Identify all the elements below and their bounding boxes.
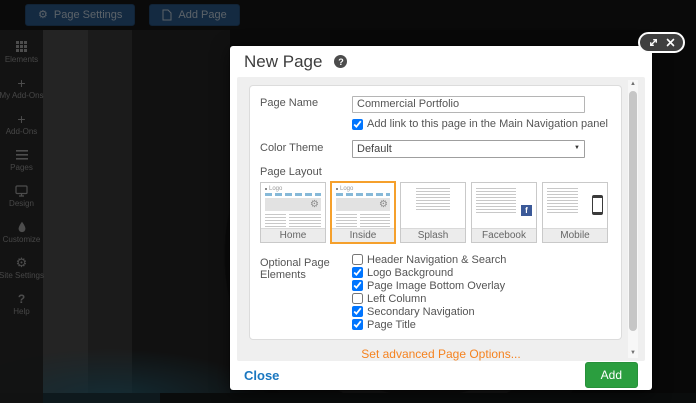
dialog-content: Page Name Add link to this page in the M… xyxy=(237,77,645,361)
dialog-header: New Page ? xyxy=(230,46,652,77)
dialog-footer: Close Add xyxy=(230,361,652,390)
main-nav-link-option: Add link to this page in the Main Naviga… xyxy=(352,118,613,131)
facebook-icon: f xyxy=(521,205,532,216)
dialog-title: New Page xyxy=(244,52,322,72)
layout-thumbnail: Logo ⚙ xyxy=(332,183,394,228)
layout-option-splash[interactable]: Splash xyxy=(400,182,466,243)
optional-element: Left Column xyxy=(352,293,613,305)
new-page-dialog: New Page ? Page Name Add link to this pa… xyxy=(230,46,652,390)
layout-thumbnail: Logo ⚙ xyxy=(261,183,325,228)
layout-option-mobile[interactable]: Mobile xyxy=(542,182,608,243)
layout-option-inside[interactable]: Logo ⚙ Inside xyxy=(330,181,396,244)
gear-icon: ⚙ xyxy=(379,198,388,211)
layout-option-home[interactable]: Logo ⚙ Home xyxy=(260,182,326,243)
scrollbar-thumb[interactable] xyxy=(629,91,637,331)
header-nav-search-checkbox[interactable] xyxy=(352,254,363,265)
optional-element: Logo Background xyxy=(352,267,613,279)
left-column-checkbox[interactable] xyxy=(352,293,363,304)
layout-options: Logo ⚙ Home Logo ⚙ xyxy=(260,182,613,243)
thumb-logo-text: Logo xyxy=(265,186,321,192)
layout-name: Splash xyxy=(401,228,465,242)
layout-name: Mobile xyxy=(543,228,607,242)
page-name-label: Page Name xyxy=(260,94,352,109)
window-controls xyxy=(638,32,685,53)
thumb-nav-bar xyxy=(336,193,390,196)
page-layout-label: Page Layout xyxy=(260,166,613,178)
layout-thumbnail xyxy=(543,183,607,228)
layout-option-facebook[interactable]: f Facebook xyxy=(471,182,537,243)
close-icon[interactable] xyxy=(666,38,675,47)
logo-background-checkbox[interactable] xyxy=(352,267,363,278)
thumb-banner: ⚙ xyxy=(336,198,390,211)
optional-elements-row: Optional Page Elements Header Navigation… xyxy=(260,254,613,331)
optional-element: Page Title xyxy=(352,319,613,331)
smartphone-icon xyxy=(592,195,603,215)
optional-element: Secondary Navigation xyxy=(352,306,613,318)
optional-element: Page Image Bottom Overlay xyxy=(352,280,613,292)
thumb-banner: ⚙ xyxy=(265,198,321,211)
scroll-down-arrow[interactable]: ▼ xyxy=(628,349,638,358)
page-image-overlay-checkbox[interactable] xyxy=(352,280,363,291)
layout-name: Facebook xyxy=(472,228,536,242)
color-theme-select[interactable]: Default xyxy=(352,140,585,158)
thumb-nav-bar xyxy=(265,193,321,196)
expand-icon[interactable] xyxy=(649,38,658,47)
help-icon[interactable]: ? xyxy=(334,55,347,68)
color-theme-row: Color Theme Default ▼ xyxy=(260,139,613,158)
page-name-input[interactable] xyxy=(352,96,585,113)
page-title-checkbox[interactable] xyxy=(352,319,363,330)
optional-elements-label: Optional Page Elements xyxy=(260,254,352,281)
gear-icon: ⚙ xyxy=(310,198,319,211)
advanced-page-options-link[interactable]: Set advanced Page Options... xyxy=(237,347,645,361)
page-name-row: Page Name xyxy=(260,94,613,113)
scroll-up-arrow[interactable]: ▲ xyxy=(628,80,638,89)
secondary-navigation-checkbox[interactable] xyxy=(352,306,363,317)
optional-element: Header Navigation & Search xyxy=(352,254,613,266)
main-nav-link-label: Add link to this page in the Main Naviga… xyxy=(367,118,608,130)
add-button[interactable]: Add xyxy=(585,362,638,388)
thumb-logo-text: Logo xyxy=(336,186,390,192)
new-page-form: Page Name Add link to this page in the M… xyxy=(249,85,622,340)
layout-name: Home xyxy=(261,228,325,242)
main-nav-link-checkbox[interactable] xyxy=(352,119,363,130)
close-button[interactable]: Close xyxy=(244,368,279,383)
layout-thumbnail: f xyxy=(472,183,536,228)
scrollbar[interactable]: ▲ ▼ xyxy=(628,80,638,358)
app-screen: ⚙ Page Settings Add Page Elements + My A… xyxy=(0,0,696,403)
color-theme-label: Color Theme xyxy=(260,139,352,154)
layout-thumbnail xyxy=(401,183,465,228)
layout-name: Inside xyxy=(332,228,394,242)
